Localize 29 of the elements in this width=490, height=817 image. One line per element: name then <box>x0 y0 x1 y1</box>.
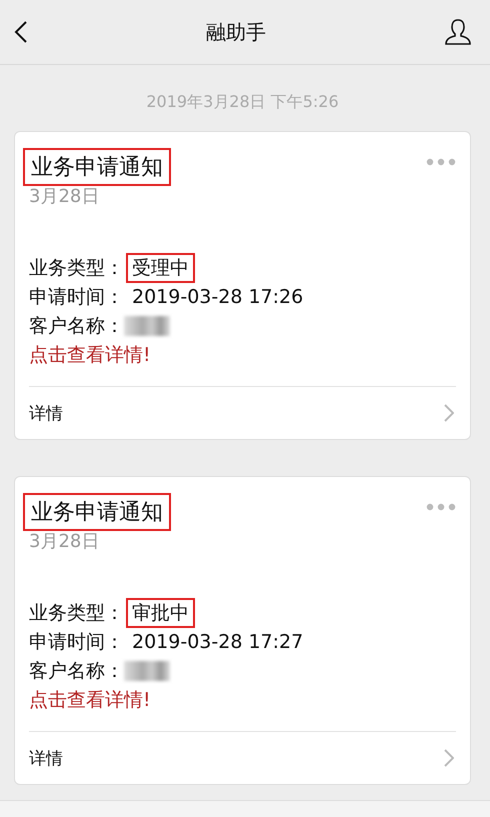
field-label: 申请时间： <box>29 284 124 310</box>
card-date: 3月28日 <box>29 530 100 553</box>
message-card[interactable]: 业务申请通知 3月28日 业务类型： 审批中 申请时间： 2019-03-28 17:27 客户名称： 点击查看详情! 详情 <box>14 476 471 785</box>
profile-button[interactable] <box>442 16 474 48</box>
field-label: 客户名称： <box>29 658 124 684</box>
details-label: 详情 <box>29 748 63 770</box>
details-link[interactable]: 点击查看详情! <box>29 342 151 368</box>
details-row[interactable]: 详情 <box>29 386 456 439</box>
card-title: 业务申请通知 <box>23 493 171 531</box>
field-value: 2019-03-28 17:27 <box>131 630 304 654</box>
chevron-icon <box>444 404 454 422</box>
field-label: 客户名称： <box>29 314 124 338</box>
field-label: 业务类型： <box>29 256 124 280</box>
details-link[interactable]: 点击查看详情! <box>29 686 151 712</box>
card-date: 3月28日 <box>29 185 100 208</box>
chat-title: 融助手 <box>206 18 266 46</box>
field-label: 业务类型： <box>29 600 124 626</box>
details-row[interactable]: 详情 <box>29 731 456 784</box>
chevron-icon <box>444 749 454 767</box>
message-card[interactable]: 业务申请通知 3月28日 业务类型： 受理中 申请时间： 2019-03-28 17:26 客户名称： 点击查看详情! 详情 <box>14 131 471 440</box>
details-label: 详情 <box>29 402 63 424</box>
field-value: 审批中 <box>126 598 195 628</box>
field-value: 受理中 <box>126 252 195 282</box>
person-icon <box>444 18 472 46</box>
field-value: 2019-03-28 17:26 <box>131 284 304 310</box>
card-title: 业务申请通知 <box>23 148 171 186</box>
field-label: 申请时间： <box>29 630 124 654</box>
timestamp: 2019年3月28日 下午5:26 <box>146 92 339 113</box>
back-icon <box>14 20 28 44</box>
